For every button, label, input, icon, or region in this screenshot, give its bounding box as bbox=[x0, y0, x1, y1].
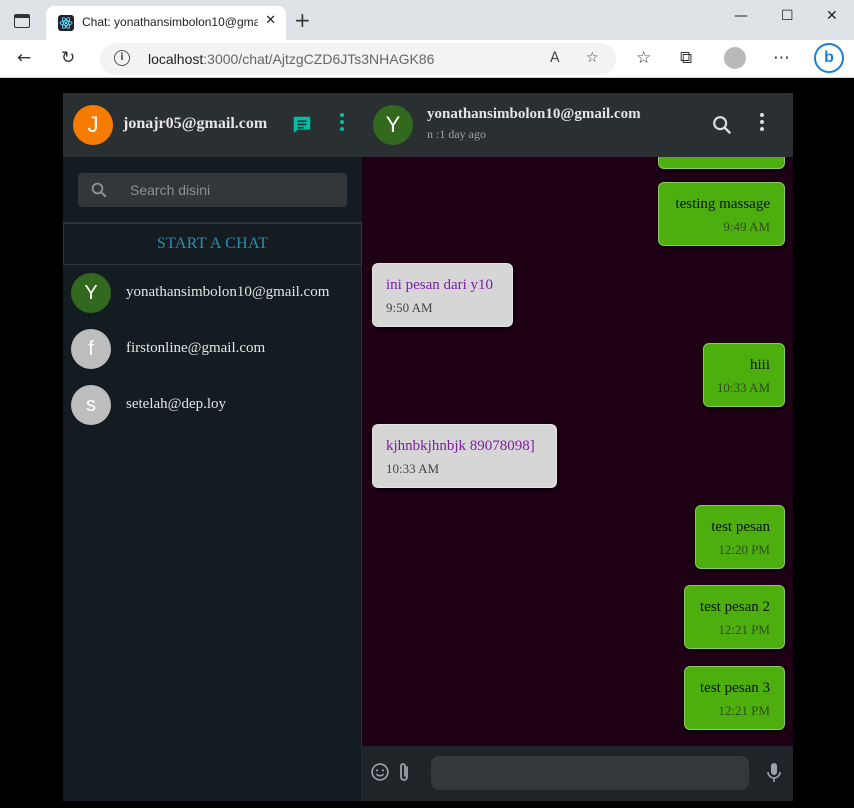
search-icon bbox=[91, 182, 107, 198]
contact-name: firstonline@gmail.com bbox=[126, 340, 266, 356]
address-bar[interactable]: i localhost:3000/chat/AjtzgCZD6JTs3NHAGK… bbox=[100, 43, 616, 75]
emoji-icon[interactable] bbox=[370, 762, 390, 782]
message-composer bbox=[362, 746, 793, 801]
sent-message[interactable]: testing massage 9:49 AM bbox=[658, 182, 785, 246]
minimize-icon[interactable]: — bbox=[734, 8, 748, 24]
message-text: ini pesan dari y10 bbox=[386, 277, 494, 293]
back-icon[interactable]: ← bbox=[17, 48, 31, 68]
avatar: f bbox=[71, 329, 111, 369]
tab-actions-icon[interactable] bbox=[14, 14, 30, 28]
search-input[interactable] bbox=[130, 173, 340, 207]
message-timestamp: 12:21 PM bbox=[718, 703, 770, 718]
attach-icon[interactable] bbox=[396, 761, 412, 783]
message-timestamp: 12:21 PM bbox=[718, 622, 770, 637]
message-text: hiii bbox=[749, 357, 770, 373]
new-chat-icon[interactable] bbox=[291, 114, 313, 136]
received-message[interactable]: ini pesan dari y10 9:50 AM bbox=[372, 263, 513, 327]
message-text: kjhnbkjhnbjk 89078098] bbox=[386, 438, 535, 454]
sidebar-header: J jonajr05@gmail.com bbox=[63, 93, 362, 157]
more-options-icon[interactable]: ⋯ bbox=[773, 48, 790, 68]
message-text: test pesan 3 bbox=[700, 680, 770, 696]
sidebar: J jonajr05@gmail.com START A CHAT bbox=[63, 93, 362, 801]
message-list[interactable]: testing massage 9:49 AM ini pesan dari y10… bbox=[362, 157, 793, 746]
peer-avatar[interactable]: Y bbox=[373, 105, 413, 145]
close-window-icon[interactable]: ✕ bbox=[826, 8, 838, 24]
bing-icon[interactable]: b bbox=[814, 43, 844, 73]
collections-icon[interactable]: ⧉ bbox=[680, 48, 692, 68]
start-chat-button[interactable]: START A CHAT bbox=[63, 223, 362, 265]
search-icon[interactable] bbox=[711, 114, 733, 136]
received-message[interactable]: kjhnbkjhnbjk 89078098] 10:33 AM bbox=[372, 424, 557, 488]
message-text: testing massage bbox=[675, 196, 770, 212]
sent-message[interactable]: hiii 10:33 AM bbox=[703, 343, 785, 407]
message-input[interactable] bbox=[431, 756, 749, 790]
browser-tabbar: Chat: yonathansimbolon10@gmail.com ✕ + —… bbox=[0, 0, 854, 40]
browser-tab[interactable]: Chat: yonathansimbolon10@gmail.com ✕ bbox=[46, 6, 286, 40]
favorites-icon[interactable]: ☆ bbox=[636, 48, 651, 68]
message-timestamp: 12:20 PM bbox=[718, 542, 770, 557]
avatar: Y bbox=[71, 273, 111, 313]
message-timestamp: 9:50 AM bbox=[386, 300, 433, 315]
contact-item[interactable]: Yyonathansimbolon10@gmail.com bbox=[63, 271, 362, 327]
message-timestamp: 10:33 AM bbox=[716, 380, 770, 395]
refresh-icon[interactable]: ↻ bbox=[61, 48, 75, 68]
contact-item[interactable]: s setelah@dep.loy bbox=[63, 383, 362, 439]
sent-message[interactable]: test pesan 2 12:21 PM bbox=[684, 585, 785, 649]
contact-name: yonathansimbolon10@gmail.com bbox=[126, 284, 330, 300]
contact-list: Yyonathansimbolon10@gmail.com f firstonlin… bbox=[63, 271, 362, 439]
add-favorite-icon[interactable]: ☆ bbox=[586, 50, 599, 66]
message-bubble-partial bbox=[658, 157, 785, 169]
new-tab-icon[interactable]: + bbox=[294, 9, 311, 31]
message-timestamp: 10:33 AM bbox=[386, 461, 440, 476]
search-section bbox=[63, 157, 362, 223]
sent-message[interactable]: test pesan 3 12:21 PM bbox=[684, 666, 785, 730]
chat-app: J jonajr05@gmail.com START A CHAT bbox=[63, 93, 793, 801]
avatar[interactable]: J bbox=[73, 105, 113, 145]
last-seen-status: n :1 day ago bbox=[427, 127, 486, 141]
tab-title: Chat: yonathansimbolon10@gmail.com bbox=[82, 15, 258, 29]
microphone-icon[interactable] bbox=[766, 762, 782, 784]
chat-header: Y yonathansimbolon10@gmail.com n :1 day … bbox=[362, 93, 793, 157]
avatar: s bbox=[71, 385, 111, 425]
close-tab-icon[interactable]: ✕ bbox=[265, 13, 276, 28]
search-box bbox=[78, 173, 347, 207]
url-text: localhost:3000/chat/AjtzgCZD6JTs3NHAGK86 bbox=[148, 51, 435, 67]
contact-name: setelah@dep.loy bbox=[126, 396, 227, 412]
message-text: test pesan 2 bbox=[700, 599, 770, 615]
contact-item[interactable]: f firstonline@gmail.com bbox=[63, 327, 362, 383]
sent-message[interactable]: test pesan 12:20 PM bbox=[695, 505, 785, 569]
chat-menu-icon[interactable] bbox=[760, 113, 764, 134]
message-text: test pesan bbox=[711, 519, 770, 535]
chat-panel: Y yonathansimbolon10@gmail.com n :1 day … bbox=[362, 93, 793, 801]
browser-toolbar: ← ↻ i localhost:3000/chat/AjtzgCZD6JTs3N… bbox=[0, 40, 854, 78]
sidebar-menu-icon[interactable] bbox=[340, 113, 344, 134]
peer-email: yonathansimbolon10@gmail.com bbox=[427, 106, 641, 122]
react-icon bbox=[58, 15, 74, 31]
current-user-email: jonajr05@gmail.com bbox=[123, 115, 268, 132]
profile-avatar[interactable] bbox=[724, 47, 746, 69]
message-timestamp: 9:49 AM bbox=[723, 219, 770, 234]
read-aloud-icon[interactable]: A bbox=[550, 50, 560, 66]
site-info-icon[interactable]: i bbox=[114, 50, 130, 66]
maximize-icon[interactable]: ☐ bbox=[781, 8, 794, 24]
